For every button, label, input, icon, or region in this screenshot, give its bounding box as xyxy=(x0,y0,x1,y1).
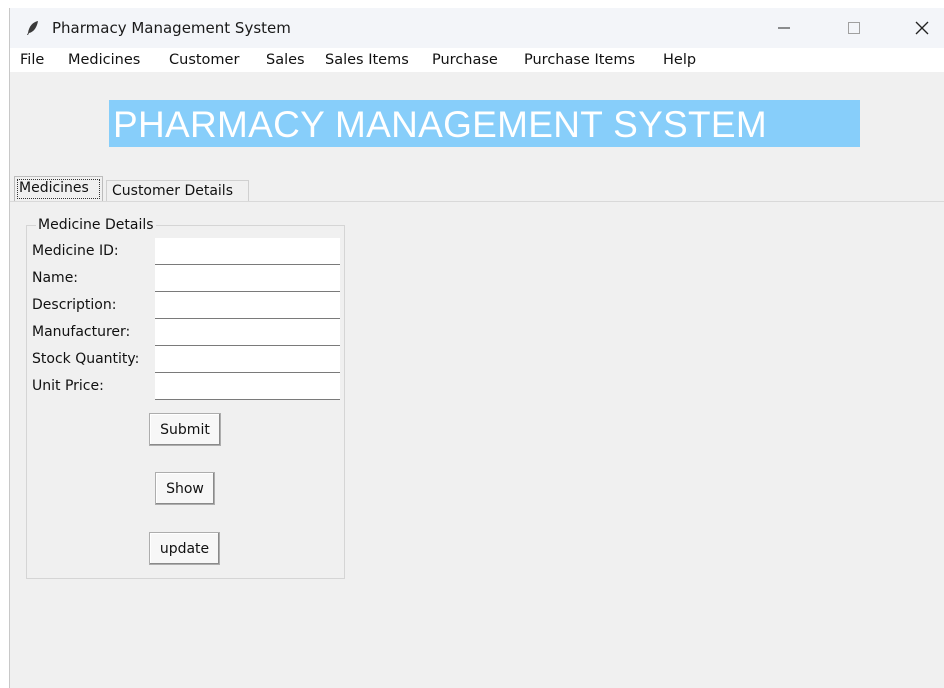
menu-file[interactable]: File xyxy=(20,52,44,68)
minimize-icon xyxy=(778,27,790,29)
banner-title: PHARMACY MANAGEMENT SYSTEM xyxy=(113,104,768,145)
tab-focus-ring xyxy=(17,179,100,199)
close-icon xyxy=(915,21,929,35)
menu-medicines[interactable]: Medicines xyxy=(68,52,140,68)
tab-medicines[interactable]: Medicines xyxy=(14,176,103,201)
minimize-button[interactable] xyxy=(761,8,807,48)
feather-icon xyxy=(27,21,38,35)
name-label: Name: xyxy=(32,270,79,286)
manufacturer-input[interactable] xyxy=(155,319,340,346)
medicine-id-label: Medicine ID: xyxy=(32,243,119,259)
close-button[interactable] xyxy=(899,8,944,48)
menu-customer[interactable]: Customer xyxy=(169,52,239,68)
maximize-icon xyxy=(848,22,860,34)
tab-customer-details-label: Customer Details xyxy=(112,183,233,199)
app-banner: PHARMACY MANAGEMENT SYSTEM xyxy=(109,100,860,147)
title-bar[interactable]: Pharmacy Management System xyxy=(10,8,944,48)
stock-quantity-label: Stock Quantity: xyxy=(32,351,140,367)
menu-help[interactable]: Help xyxy=(663,52,696,68)
description-input[interactable] xyxy=(155,292,340,319)
description-label: Description: xyxy=(32,297,117,313)
app-window: Pharmacy Management System File Medicine… xyxy=(9,8,944,688)
menu-bar: File Medicines Customer Sales Sales Item… xyxy=(10,48,944,72)
menu-purchase-items[interactable]: Purchase Items xyxy=(524,52,635,68)
maximize-button[interactable] xyxy=(831,8,877,48)
menu-purchase[interactable]: Purchase xyxy=(432,52,498,68)
menu-sales[interactable]: Sales xyxy=(266,52,305,68)
group-legend: Medicine Details xyxy=(36,217,156,233)
tab-customer-details[interactable]: Customer Details xyxy=(106,180,249,201)
medicine-id-input[interactable] xyxy=(155,238,340,265)
manufacturer-label: Manufacturer: xyxy=(32,324,131,340)
unit-price-input[interactable] xyxy=(155,373,340,400)
stock-quantity-input[interactable] xyxy=(155,346,340,373)
window-title: Pharmacy Management System xyxy=(52,19,291,37)
submit-button[interactable]: Submit xyxy=(149,413,221,446)
tab-divider xyxy=(10,201,944,202)
unit-price-label: Unit Price: xyxy=(32,378,104,394)
menu-sales-items[interactable]: Sales Items xyxy=(325,52,409,68)
show-button[interactable]: Show xyxy=(155,472,215,505)
name-input[interactable] xyxy=(155,265,340,292)
update-button[interactable]: update xyxy=(149,532,220,565)
